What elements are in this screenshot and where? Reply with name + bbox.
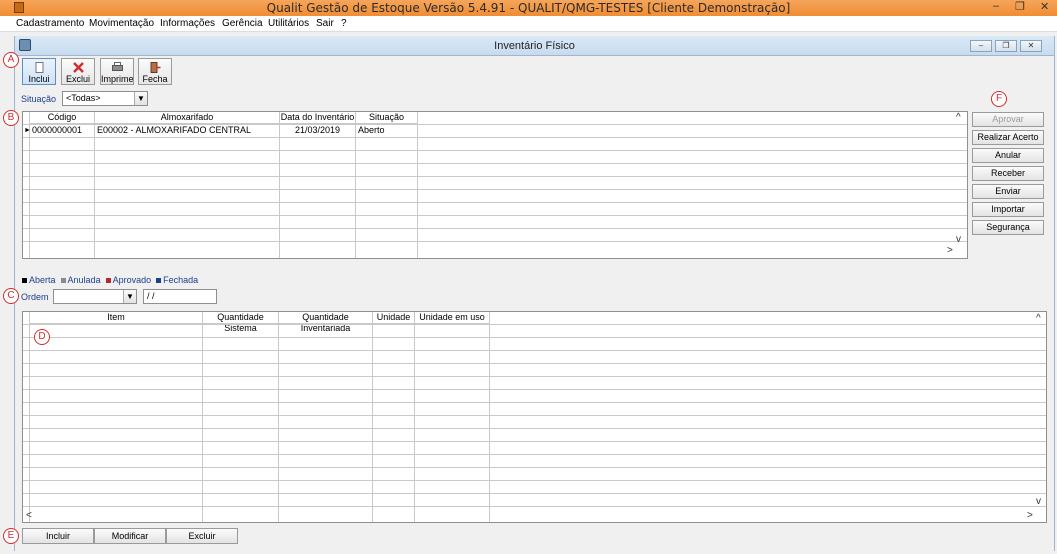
importar-button[interactable]: Importar (972, 202, 1044, 217)
marker-b: B (3, 110, 19, 126)
marker-c: C (3, 288, 19, 304)
status-legend: Aberta Anulada Aprovado Fechada (22, 275, 198, 285)
col-header-unidade-uso[interactable]: Unidade em uso (415, 312, 490, 324)
situacao-label: Situação (21, 94, 57, 104)
marker-f: F (991, 91, 1007, 107)
col-header-codigo[interactable]: Código (30, 112, 95, 124)
menu-cadastramento[interactable]: Cadastramento (16, 18, 84, 29)
inclui-button[interactable]: Inclui (22, 58, 56, 85)
items-scroll-right[interactable]: > (1027, 510, 1033, 521)
situacao-select[interactable]: <Todas> ▼ (62, 91, 148, 106)
marker-a: A (3, 52, 19, 68)
date-value: / / (147, 291, 155, 301)
enviar-button[interactable]: Enviar (972, 184, 1044, 199)
menu-informacoes[interactable]: Informações (160, 18, 215, 29)
cell-situacao[interactable]: Aberto (358, 125, 385, 136)
items-scroll-up[interactable]: ^ (1036, 313, 1041, 324)
ordem-label: Ordem (21, 292, 49, 302)
restore-button[interactable]: ❐ (1015, 0, 1025, 13)
grid-scroll-right[interactable]: > (947, 245, 953, 256)
grid-scroll-down[interactable]: v (956, 234, 961, 245)
seguranca-button[interactable]: Segurança (972, 220, 1044, 235)
child-minimize-button[interactable]: – (970, 40, 992, 52)
aprovar-button[interactable]: Aprovar (972, 112, 1044, 127)
col-header-situacao[interactable]: Situação (356, 112, 418, 124)
inventario-window: Inventário Físico – ❐ ✕ Inclui Exclui Im… (14, 36, 1055, 551)
col-header-item[interactable]: Item (30, 312, 203, 324)
ordem-select[interactable]: ▼ (53, 289, 137, 304)
marker-d: D (34, 329, 50, 345)
legend-anulada: Anulada (67, 275, 101, 285)
items-grid: Item Quantidade Sistema Quantidade Inven… (22, 311, 1047, 523)
menu-bar: Cadastramento Movimentação Informações G… (0, 16, 1057, 32)
imprime-button[interactable]: Imprime (100, 58, 134, 85)
child-title-bar: Inventário Físico – ❐ ✕ (15, 36, 1054, 56)
chevron-down-icon[interactable]: ▼ (123, 290, 136, 303)
col-header-qtd-inventariada[interactable]: Quantidade Inventariada (279, 312, 373, 333)
row-pointer-icon: ► (24, 127, 31, 134)
menu-help[interactable]: ? (341, 18, 347, 29)
legend-swatch (22, 278, 27, 284)
anular-button[interactable]: Anular (972, 148, 1044, 163)
col-header-unidade[interactable]: Unidade (373, 312, 415, 324)
exclui-button[interactable]: Exclui (61, 58, 95, 85)
cell-codigo[interactable]: 0000000001 (32, 125, 82, 136)
legend-swatch (156, 278, 162, 284)
menu-sair[interactable]: Sair (316, 18, 334, 29)
realizar-acerto-button[interactable]: Realizar Acerto (972, 130, 1044, 145)
grid-scroll-up[interactable]: ^ (956, 112, 961, 123)
legend-swatch (105, 278, 111, 284)
delete-x-icon (73, 62, 84, 73)
col-header-data[interactable]: Data do Inventário (280, 112, 356, 124)
legend-aberta: Aberta (29, 275, 56, 285)
minimize-button[interactable]: – (993, 0, 999, 12)
incluir-button[interactable]: Incluir (22, 528, 94, 544)
marker-e: E (3, 528, 19, 544)
excluir-button[interactable]: Excluir (166, 528, 238, 544)
menu-movimentacao[interactable]: Movimentação (89, 18, 154, 29)
app-title-bar: Qualit Gestão de Estoque Versão 5.4.91 -… (0, 0, 1057, 16)
new-document-icon (35, 62, 44, 73)
receber-button[interactable]: Receber (972, 166, 1044, 181)
printer-icon (112, 62, 123, 71)
legend-swatch (60, 278, 66, 284)
date-input[interactable]: / / (143, 289, 217, 304)
child-title: Inventário Físico (494, 40, 575, 52)
child-restore-button[interactable]: ❐ (995, 40, 1017, 52)
modificar-button[interactable]: Modificar (94, 528, 166, 544)
app-title: Qualit Gestão de Estoque Versão 5.4.91 -… (266, 1, 791, 15)
items-scroll-down[interactable]: v (1036, 496, 1041, 507)
inventory-grid: Código Almoxarifado Data do Inventário S… (22, 111, 968, 259)
chevron-down-icon[interactable]: ▼ (134, 92, 147, 105)
imprime-label: Imprime (101, 74, 134, 84)
col-header-almoxarifado[interactable]: Almoxarifado (95, 112, 280, 124)
menu-utilitarios[interactable]: Utilitários (268, 18, 309, 29)
legend-aprovado: Aprovado (112, 275, 152, 285)
cell-almoxarifado[interactable]: E00002 - ALMOXARIFADO CENTRAL (97, 125, 251, 136)
child-close-button[interactable]: ✕ (1020, 40, 1042, 52)
inclui-label: Inclui (28, 74, 50, 84)
cell-data[interactable]: 21/03/2019 (295, 125, 340, 136)
fecha-label: Fecha (142, 74, 168, 84)
fecha-button[interactable]: Fecha (138, 58, 172, 85)
items-scroll-left[interactable]: < (26, 510, 32, 521)
menu-gerencia[interactable]: Gerência (222, 18, 263, 29)
close-button[interactable]: ✕ (1040, 0, 1049, 13)
legend-fechada: Fechada (163, 275, 199, 285)
exclui-label: Exclui (65, 74, 90, 84)
situacao-value: <Todas> (66, 93, 101, 103)
exit-door-icon (150, 62, 161, 73)
col-header-qtd-sistema[interactable]: Quantidade Sistema (203, 312, 279, 333)
